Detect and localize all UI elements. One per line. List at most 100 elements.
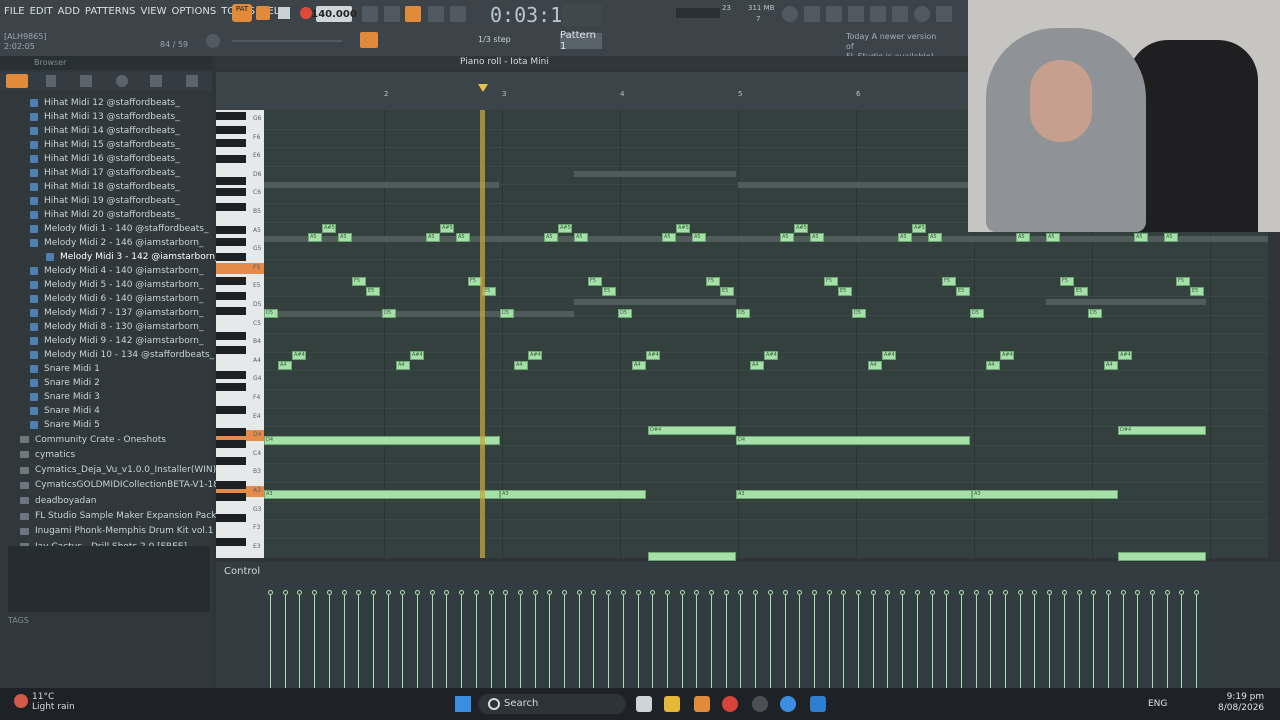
browser-folder-item[interactable]: Inugami Phonk-Memphis Drum Kit vol.1 — [20, 524, 213, 539]
stop-button[interactable] — [278, 7, 290, 19]
midi-note[interactable]: A#4 — [410, 351, 424, 360]
velocity-handle[interactable] — [1164, 590, 1170, 595]
midi-note[interactable]: A5 — [810, 233, 824, 242]
fl-studio-icon[interactable] — [694, 696, 710, 712]
menu-item-file[interactable]: FILE — [4, 6, 25, 17]
velocity-handle[interactable] — [370, 590, 376, 595]
midi-note[interactable]: A4 — [514, 361, 528, 370]
browser-all-icon[interactable] — [6, 74, 28, 88]
velocity-bar[interactable] — [1093, 592, 1095, 688]
midi-note[interactable]: A#4 — [1118, 351, 1132, 360]
midi-note[interactable]: A4 — [396, 361, 410, 370]
obs-icon[interactable] — [752, 696, 768, 712]
browser-folder-item[interactable]: CymaticsGOLDMIDICollectionBETA-V1-18u — [20, 478, 225, 493]
snap-selector[interactable]: 1/3 step — [478, 35, 522, 47]
midi-note[interactable]: D#4 — [648, 426, 736, 435]
midi-note[interactable]: D5 — [970, 309, 984, 318]
velocity-bar[interactable] — [1063, 592, 1065, 688]
velocity-handle[interactable] — [517, 590, 523, 595]
velocity-bar[interactable] — [446, 592, 448, 688]
velocity-bar[interactable] — [431, 592, 433, 688]
midi-note[interactable]: D5 — [618, 309, 632, 318]
midi-note[interactable]: A5 — [338, 233, 352, 242]
black-key[interactable] — [216, 238, 246, 246]
chrome-icon[interactable] — [722, 696, 738, 712]
browser-file-item[interactable]: Melody Midi 10 - 134 @staffordbeats_ — [30, 348, 214, 362]
midi-note[interactable]: E5 — [366, 287, 380, 296]
weather-icon[interactable] — [14, 694, 28, 708]
midi-note[interactable]: A5 — [898, 233, 912, 242]
black-key[interactable] — [216, 139, 246, 147]
piano-roll-button[interactable] — [360, 32, 378, 48]
menu-item-patterns[interactable]: PATTERNS — [85, 6, 136, 17]
midi-note[interactable]: A5 — [544, 233, 558, 242]
velocity-handle[interactable] — [1150, 590, 1155, 595]
velocity-handle[interactable] — [532, 590, 538, 595]
velocity-bar[interactable] — [681, 592, 683, 688]
microphone-icon[interactable] — [826, 6, 842, 22]
velocity-bar[interactable] — [622, 592, 624, 688]
velocity-handle[interactable] — [782, 590, 788, 595]
velocity-bar[interactable] — [858, 592, 859, 688]
black-key[interactable] — [216, 177, 246, 185]
velocity-bar[interactable] — [1196, 592, 1198, 688]
velocity-handle[interactable] — [415, 590, 420, 595]
browser-file-item[interactable]: Snare Midi 3 — [30, 390, 100, 404]
taskbar-search[interactable]: Search — [478, 694, 626, 714]
velocity-bar[interactable] — [1019, 592, 1021, 688]
velocity-handle[interactable] — [1017, 590, 1023, 595]
midi-note[interactable]: A#4 — [882, 351, 896, 360]
velocity-bar[interactable] — [593, 592, 595, 688]
black-key[interactable] — [216, 112, 246, 120]
velocity-bar[interactable] — [372, 592, 374, 688]
velocity-handle[interactable] — [635, 590, 641, 595]
mixer-icon[interactable] — [892, 6, 908, 22]
velocity-bar[interactable] — [608, 592, 610, 688]
midi-note[interactable]: A5 — [780, 233, 794, 242]
midi-note[interactable]: F5 — [942, 277, 956, 286]
velocity-handle[interactable] — [1105, 590, 1111, 595]
black-key[interactable] — [216, 307, 246, 315]
velocity-bar[interactable] — [975, 592, 977, 688]
chrome-profile-icon[interactable] — [780, 696, 796, 712]
menu-item-options[interactable]: OPTIONS — [172, 6, 217, 17]
browser-file-item[interactable]: Melody Midi 5 - 140 @iamstarborn_ — [30, 278, 203, 292]
midi-note[interactable]: A#4 — [1000, 351, 1014, 360]
midi-note[interactable]: A5 — [1046, 233, 1060, 242]
velocity-bar[interactable] — [534, 592, 536, 688]
midi-note[interactable]: D4 — [736, 436, 970, 445]
midi-note[interactable]: A#4 — [292, 351, 306, 360]
menu-item-view[interactable]: VIEW — [141, 6, 167, 17]
velocity-handle[interactable] — [576, 590, 582, 595]
midi-note[interactable]: D4 — [264, 436, 500, 445]
velocity-handle[interactable] — [914, 590, 920, 595]
velocity-bar[interactable] — [549, 592, 551, 688]
undo-icon[interactable] — [782, 6, 798, 22]
play-button[interactable] — [256, 6, 270, 20]
midi-note[interactable]: D5 — [736, 309, 750, 318]
velocity-handle[interactable] — [767, 590, 773, 595]
midi-note[interactable]: A5 — [456, 233, 470, 242]
help-icon[interactable] — [848, 6, 864, 22]
velocity-handle[interactable] — [870, 590, 876, 595]
pattern-selector[interactable]: Pattern 1 — [560, 30, 602, 52]
black-key[interactable] — [216, 538, 246, 546]
start-button-icon[interactable] — [455, 696, 471, 712]
black-key[interactable] — [216, 383, 246, 391]
velocity-bar[interactable] — [564, 592, 565, 688]
velocity-handle[interactable] — [929, 590, 935, 595]
black-key[interactable] — [216, 188, 246, 196]
system-clock[interactable]: 9:19 pm 8/08/2026 — [1218, 692, 1264, 714]
midi-note[interactable]: A5 — [662, 233, 676, 242]
midi-note[interactable]: A3 — [500, 490, 646, 499]
midi-note[interactable]: F5 — [706, 277, 720, 286]
velocity-bar[interactable] — [1152, 592, 1153, 688]
velocity-bar[interactable] — [652, 592, 654, 688]
black-key[interactable] — [216, 332, 246, 340]
velocity-handle[interactable] — [1120, 590, 1126, 595]
browser-file-item[interactable]: Snare Midi 1 — [30, 362, 100, 376]
browser-file-item[interactable]: Melody Midi 8 - 130 @iamstarborn_ — [30, 320, 203, 334]
velocity-handle[interactable] — [709, 590, 714, 595]
browser-file-item[interactable]: Hihat Midi 14 @staffordbeats_ — [30, 124, 180, 138]
velocity-bar[interactable] — [1181, 592, 1183, 688]
